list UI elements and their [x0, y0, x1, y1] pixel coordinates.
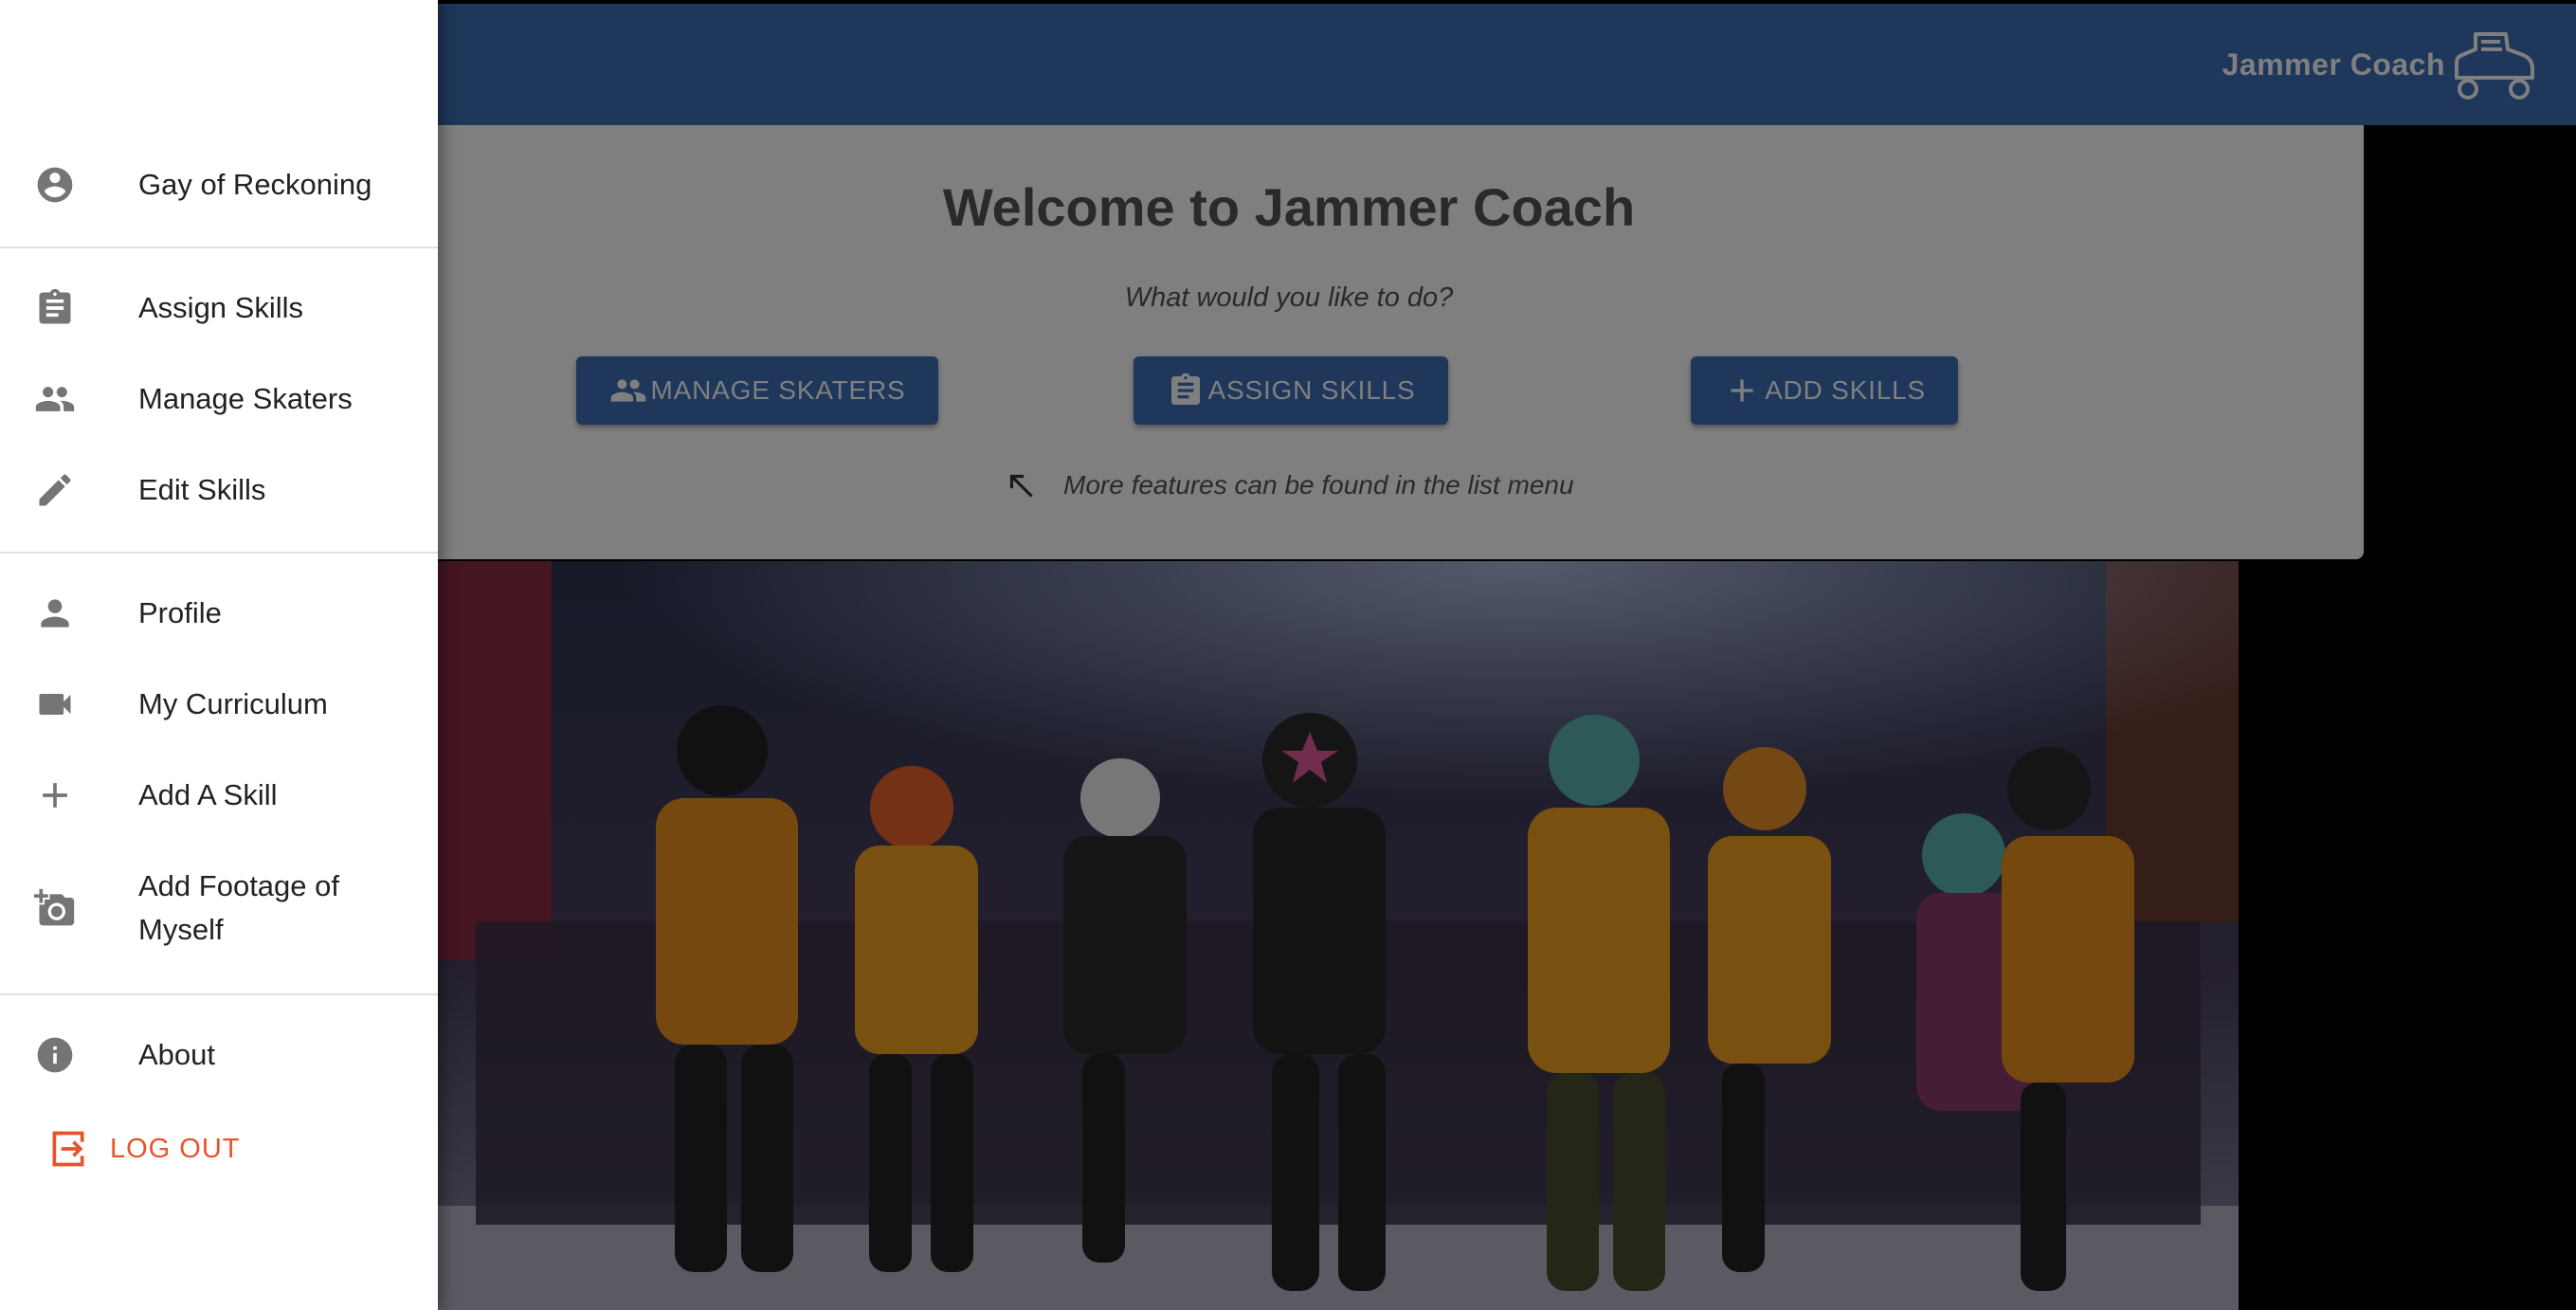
add-photo-icon — [34, 887, 76, 929]
logout-icon — [52, 1131, 84, 1167]
drawer-divider — [0, 552, 438, 554]
logout-button[interactable]: LOG OUT — [47, 1128, 241, 1170]
drawer-item-my-curriculum[interactable]: My Curriculum — [0, 681, 438, 728]
drawer-item-label: Profile — [138, 596, 222, 629]
drawer-item-add-footage[interactable]: Add Footage of Myself — [0, 863, 438, 954]
drawer-item-add-a-skill[interactable]: Add A Skill — [0, 772, 438, 819]
plus-icon — [34, 774, 76, 816]
videocam-icon — [34, 683, 76, 725]
drawer-item-label: Add A Skill — [138, 778, 278, 811]
drawer-item-label: My Curriculum — [138, 687, 328, 720]
drawer-item-label: About — [138, 1038, 216, 1071]
drawer-item-about[interactable]: About — [0, 1031, 438, 1079]
account-circle-icon — [34, 164, 76, 206]
drawer-item-assign-skills[interactable]: Assign Skills — [0, 284, 438, 332]
person-icon — [34, 592, 76, 634]
drawer-item-user[interactable]: Gay of Reckoning — [0, 161, 438, 209]
drawer-item-label: Add Footage of Myself — [138, 869, 339, 946]
info-icon — [34, 1034, 76, 1076]
drawer-item-label: Manage Skaters — [138, 382, 353, 415]
drawer-item-manage-skaters[interactable]: Manage Skaters — [0, 375, 438, 423]
logout-label: LOG OUT — [110, 1133, 241, 1164]
drawer-divider — [0, 993, 438, 995]
drawer-item-label: Assign Skills — [138, 291, 303, 324]
drawer-user-name: Gay of Reckoning — [138, 168, 372, 201]
clipboard-icon — [34, 287, 76, 329]
drawer-divider — [0, 246, 438, 248]
pencil-icon — [34, 469, 76, 511]
people-icon — [34, 378, 76, 420]
navigation-drawer: Gay of Reckoning Assign Skills Manage Sk… — [0, 0, 438, 1310]
drawer-item-profile[interactable]: Profile — [0, 590, 438, 637]
drawer-item-label: Edit Skills — [138, 473, 266, 506]
drawer-item-edit-skills[interactable]: Edit Skills — [0, 466, 438, 514]
